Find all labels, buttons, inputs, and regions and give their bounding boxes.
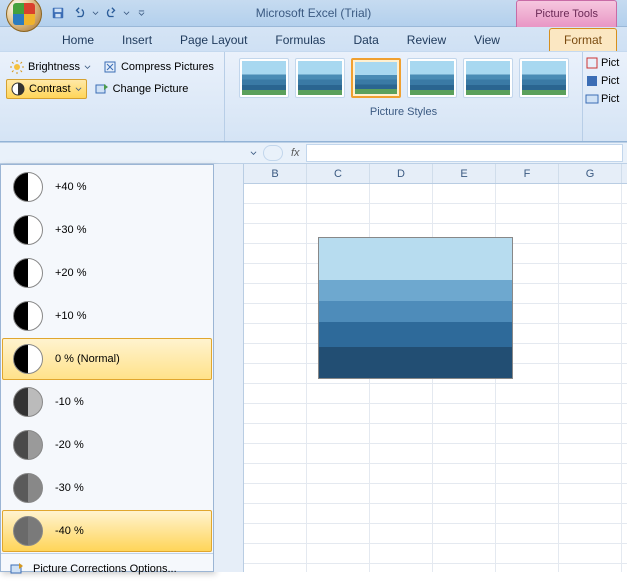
picture-style-3[interactable]	[351, 58, 401, 98]
contrast-dropdown: +40 % +30 % +20 % +10 % 0 % (Normal) -10 % -20…	[0, 164, 214, 572]
column-header[interactable]: F	[496, 164, 559, 183]
worksheet-grid[interactable]: BCDEFG	[244, 164, 627, 572]
picture-effects-button[interactable]: Pict	[585, 74, 625, 88]
compress-label: Compress Pictures	[121, 61, 214, 73]
contrast-option[interactable]: -10 %	[2, 381, 212, 423]
tab-format[interactable]: Format	[549, 28, 617, 51]
contrast-option-label: -10 %	[55, 396, 84, 408]
contrast-icon	[11, 82, 25, 96]
contrast-option-label: -20 %	[55, 439, 84, 451]
contrast-option[interactable]: -30 %	[2, 467, 212, 509]
contrast-option-label: 0 % (Normal)	[55, 353, 120, 365]
contrast-option[interactable]: -20 %	[2, 424, 212, 466]
tab-review[interactable]: Review	[393, 29, 460, 51]
contrast-option[interactable]: -40 %	[2, 510, 212, 552]
formula-bar: fx	[0, 142, 627, 164]
cancel-entry-button[interactable]	[263, 145, 283, 161]
column-header[interactable]: B	[244, 164, 307, 183]
formula-input[interactable]	[306, 144, 623, 162]
contrast-option-label: +20 %	[55, 267, 87, 279]
contrast-preview-icon	[13, 387, 43, 417]
change-picture-button[interactable]: Change Picture	[91, 80, 193, 98]
contrast-preview-icon	[13, 430, 43, 460]
redo-dropdown-icon[interactable]	[123, 10, 130, 17]
ribbon: Home Insert Page Layout Formulas Data Re…	[0, 27, 627, 142]
column-header[interactable]: G	[559, 164, 622, 183]
chevron-down-icon	[84, 64, 91, 71]
contrast-preview-icon	[13, 172, 43, 202]
contrast-button[interactable]: Contrast	[6, 79, 87, 99]
undo-button[interactable]	[70, 3, 90, 23]
title-bar: Microsoft Excel (Trial) Picture Tools	[0, 0, 627, 27]
fx-icon[interactable]: fx	[291, 147, 300, 159]
contrast-option[interactable]: +20 %	[2, 252, 212, 294]
tab-view[interactable]: View	[460, 29, 514, 51]
tab-data[interactable]: Data	[339, 29, 392, 51]
group-adjust: Brightness Compress Pictures Contrast Ch…	[0, 52, 225, 141]
change-picture-icon	[95, 82, 109, 96]
contrast-option-label: -40 %	[55, 525, 84, 537]
chevron-down-icon	[75, 86, 82, 93]
contrast-preview-icon	[13, 258, 43, 288]
contrast-option-label: -30 %	[55, 482, 84, 494]
contrast-preview-icon	[13, 215, 43, 245]
picture-styles-label: Picture Styles	[370, 106, 437, 118]
contrast-label: Contrast	[29, 83, 71, 95]
change-picture-label: Change Picture	[113, 83, 189, 95]
quick-access-toolbar	[48, 3, 145, 23]
ribbon-tabs: Home Insert Page Layout Formulas Data Re…	[0, 27, 627, 51]
group-picture-styles: Picture Styles	[225, 52, 582, 141]
undo-dropdown-icon[interactable]	[92, 10, 99, 17]
brightness-button[interactable]: Brightness	[6, 58, 95, 76]
column-headers: BCDEFG	[244, 164, 627, 184]
contrast-preview-icon	[13, 516, 43, 546]
compress-icon	[103, 60, 117, 74]
row-headers	[214, 164, 244, 572]
redo-button[interactable]	[101, 3, 121, 23]
save-button[interactable]	[48, 3, 68, 23]
picture-style-1[interactable]	[239, 58, 289, 98]
name-box-dropdown-icon[interactable]	[250, 150, 257, 157]
tab-insert[interactable]: Insert	[108, 29, 166, 51]
picture-tools-context-tab: Picture Tools	[516, 0, 617, 27]
brightness-icon	[10, 60, 24, 74]
picture-style-5[interactable]	[463, 58, 513, 98]
picture-border-button[interactable]: Pict	[585, 56, 625, 70]
tab-formulas[interactable]: Formulas	[261, 29, 339, 51]
contrast-option-label: +30 %	[55, 224, 87, 236]
corrections-icon	[9, 561, 25, 577]
contrast-option-label: +40 %	[55, 181, 87, 193]
picture-style-6[interactable]	[519, 58, 569, 98]
window-title: Microsoft Excel (Trial)	[256, 6, 372, 20]
picture-layout-button[interactable]: Pict	[585, 92, 625, 106]
picture-style-2[interactable]	[295, 58, 345, 98]
contrast-option-label: +10 %	[55, 310, 87, 322]
column-header[interactable]: E	[433, 164, 496, 183]
contrast-option[interactable]: +30 %	[2, 209, 212, 251]
column-header[interactable]: D	[370, 164, 433, 183]
embedded-picture[interactable]	[318, 237, 513, 379]
tab-home[interactable]: Home	[48, 29, 108, 51]
tab-page-layout[interactable]: Page Layout	[166, 29, 261, 51]
cells-area[interactable]	[244, 184, 627, 572]
contrast-preview-icon	[13, 473, 43, 503]
compress-pictures-button[interactable]: Compress Pictures	[99, 58, 218, 76]
picture-style-4[interactable]	[407, 58, 457, 98]
brightness-label: Brightness	[28, 61, 80, 73]
group-side-buttons: Pict Pict Pict	[582, 52, 627, 141]
column-header[interactable]: C	[307, 164, 370, 183]
contrast-preview-icon	[13, 301, 43, 331]
contrast-option[interactable]: +10 %	[2, 295, 212, 337]
picture-corrections-options[interactable]: Picture Corrections Options...	[1, 553, 213, 583]
contrast-preview-icon	[13, 344, 43, 374]
corrections-label: Picture Corrections Options...	[33, 563, 177, 575]
contrast-option[interactable]: 0 % (Normal)	[2, 338, 212, 380]
contrast-option[interactable]: +40 %	[2, 166, 212, 208]
qat-customize-icon[interactable]	[138, 10, 145, 17]
